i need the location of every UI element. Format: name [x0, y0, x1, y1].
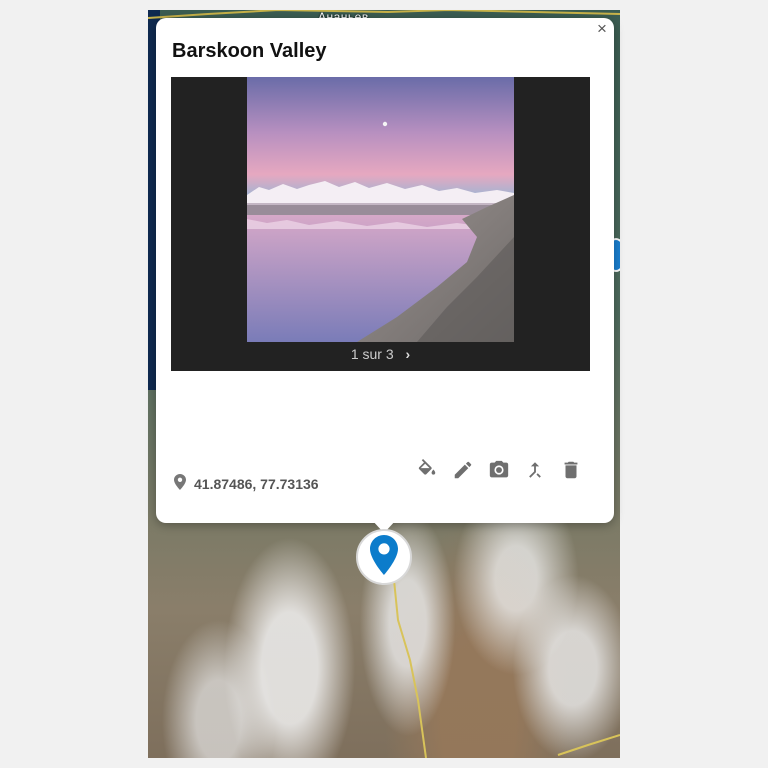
popup-toolbar	[416, 459, 582, 481]
paint-bucket-icon[interactable]	[416, 459, 438, 481]
gallery-next-button[interactable]: ›	[406, 346, 411, 362]
close-button[interactable]: ×	[594, 20, 610, 38]
popup-title: Barskoon Valley	[172, 40, 327, 62]
map-pin-icon	[370, 534, 398, 580]
pencil-icon[interactable]	[452, 459, 474, 481]
location-pin-icon	[174, 474, 186, 493]
coordinates-row: 41.87486, 77.73136	[174, 474, 319, 493]
trash-icon[interactable]	[560, 459, 582, 481]
selected-map-marker[interactable]	[356, 529, 412, 585]
photo-viewer: 1 sur 3 ›	[171, 77, 590, 371]
camera-icon[interactable]	[488, 459, 510, 481]
coordinates-text: 41.87486, 77.73136	[194, 475, 319, 492]
gallery-counter: 1 sur 3 ›	[171, 346, 590, 362]
merge-icon[interactable]	[524, 459, 546, 481]
gallery-counter-text: 1 sur 3	[350, 346, 394, 362]
place-photo[interactable]	[247, 77, 514, 342]
